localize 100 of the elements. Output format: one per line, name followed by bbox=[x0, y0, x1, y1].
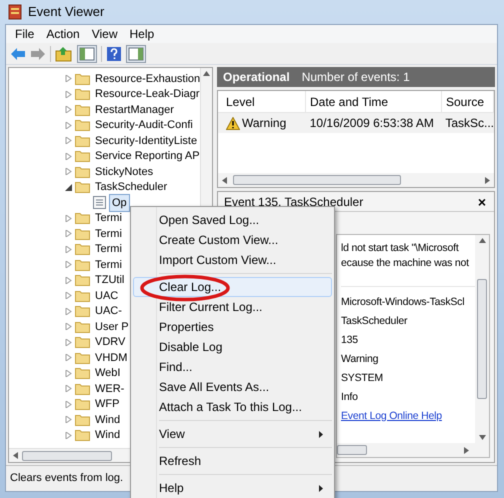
tree-item[interactable]: Termi bbox=[93, 240, 124, 258]
tree-item[interactable]: VHDM bbox=[93, 348, 130, 367]
folder-icon bbox=[75, 150, 90, 162]
expand-icon[interactable] bbox=[65, 416, 72, 424]
tree-item[interactable]: TZUtil bbox=[93, 271, 126, 290]
tree-item[interactable]: StickyNotes bbox=[93, 162, 156, 181]
scroll-down-icon[interactable] bbox=[478, 435, 486, 440]
menu-item[interactable]: Find... bbox=[133, 357, 332, 377]
folder-icon bbox=[75, 104, 90, 116]
expand-icon[interactable] bbox=[65, 214, 72, 222]
event-count: Number of events: 1 bbox=[302, 69, 410, 86]
expand-icon[interactable] bbox=[65, 246, 72, 253]
menu-item[interactable]: Properties bbox=[133, 317, 332, 337]
expand-icon[interactable] bbox=[65, 168, 72, 176]
horizontal-scrollbar[interactable] bbox=[337, 443, 489, 457]
tree-item[interactable]: Security-IdentityListe bbox=[93, 132, 200, 150]
expand-icon[interactable] bbox=[65, 432, 72, 439]
help-icon[interactable] bbox=[106, 46, 122, 62]
status-text: Clears events from log. bbox=[10, 471, 124, 486]
tree-item[interactable]: UAC bbox=[93, 286, 120, 305]
scrollbar-thumb[interactable] bbox=[22, 450, 112, 460]
menu-item[interactable]: View bbox=[133, 424, 332, 444]
tree-item[interactable]: WebI bbox=[93, 364, 122, 382]
scrollbar-thumb[interactable] bbox=[477, 279, 487, 399]
tree-item[interactable]: Resource-Leak-Diagr bbox=[93, 85, 200, 104]
folder-icon bbox=[75, 258, 90, 271]
tree-item[interactable]: Termi bbox=[93, 256, 124, 274]
menu-item[interactable]: Help bbox=[124, 25, 160, 43]
menu-item[interactable]: Filter Current Log... bbox=[133, 297, 332, 317]
help-link[interactable]: Event Log Online Help bbox=[341, 408, 442, 424]
expand-icon[interactable] bbox=[65, 338, 72, 346]
column-header[interactable]: Level bbox=[218, 91, 306, 112]
menu-item[interactable]: Attach a Task To this Log... bbox=[133, 397, 332, 417]
folder-up-icon[interactable] bbox=[55, 46, 73, 62]
tree-item[interactable]: Wind bbox=[93, 426, 122, 444]
scroll-left-icon[interactable] bbox=[13, 452, 18, 459]
menu-item[interactable]: File bbox=[10, 25, 40, 43]
menu-item[interactable]: Open Saved Log... bbox=[133, 210, 332, 230]
tree-item[interactable]: Wind bbox=[93, 410, 122, 429]
tree-item[interactable]: Resource-Exhaustion bbox=[93, 70, 200, 88]
expand-icon[interactable] bbox=[65, 261, 72, 268]
scroll-up-icon[interactable] bbox=[203, 71, 210, 76]
menu-item[interactable]: View bbox=[86, 25, 122, 43]
tree-item[interactable]: Service Reporting AP bbox=[93, 147, 200, 166]
menu-item[interactable]: Refresh bbox=[133, 451, 332, 471]
folder-icon bbox=[75, 212, 90, 224]
tree-item[interactable]: WFP bbox=[93, 395, 122, 414]
expand-icon[interactable] bbox=[65, 308, 72, 315]
expand-icon[interactable] bbox=[65, 122, 72, 129]
scrollbar-thumb[interactable] bbox=[337, 445, 367, 455]
tree-item[interactable]: TaskScheduler bbox=[93, 178, 170, 196]
console-tree-icon[interactable] bbox=[77, 44, 97, 62]
description-text: ld not start task "\Microsoft bbox=[341, 241, 460, 256]
expand-icon[interactable] bbox=[65, 385, 72, 392]
horizontal-scrollbar[interactable] bbox=[218, 173, 494, 187]
menu-item[interactable]: Action bbox=[41, 25, 85, 43]
expand-icon[interactable] bbox=[65, 152, 72, 160]
forward-icon[interactable] bbox=[30, 46, 46, 60]
folder-icon bbox=[75, 274, 90, 286]
collapse-icon[interactable] bbox=[65, 184, 72, 191]
expand-icon[interactable] bbox=[65, 323, 72, 330]
menu-item[interactable]: Import Custom View... bbox=[133, 250, 332, 270]
scrollbar-thumb[interactable] bbox=[233, 175, 401, 185]
tree-item[interactable]: WER- bbox=[93, 380, 126, 398]
column-header[interactable]: Date and Time bbox=[306, 91, 442, 112]
menu-item[interactable]: Disable Log bbox=[133, 337, 332, 357]
folder-icon bbox=[75, 320, 90, 333]
tree-item[interactable]: User P bbox=[93, 318, 131, 336]
menu-item[interactable]: Help bbox=[133, 478, 332, 498]
menu-item[interactable]: Create Custom View... bbox=[133, 230, 332, 250]
scroll-right-icon[interactable] bbox=[485, 176, 490, 184]
tree-item[interactable]: Termi bbox=[93, 224, 124, 243]
expand-icon[interactable] bbox=[65, 90, 72, 98]
column-header[interactable]: Source bbox=[442, 91, 494, 112]
expand-icon[interactable] bbox=[65, 400, 72, 408]
back-icon[interactable] bbox=[10, 46, 26, 60]
folder-icon bbox=[75, 166, 90, 178]
action-pane-icon[interactable] bbox=[126, 44, 146, 62]
expand-icon[interactable] bbox=[65, 137, 72, 144]
folder-icon bbox=[75, 382, 90, 395]
expand-icon[interactable] bbox=[65, 292, 72, 300]
scroll-left-icon[interactable] bbox=[222, 176, 227, 184]
expand-icon[interactable] bbox=[65, 276, 72, 284]
expand-icon[interactable] bbox=[65, 230, 72, 238]
tree-item[interactable]: VDRV bbox=[93, 333, 128, 352]
expand-icon[interactable] bbox=[65, 354, 72, 362]
expand-icon[interactable] bbox=[65, 106, 72, 114]
scroll-up-icon[interactable] bbox=[478, 238, 486, 243]
expand-icon[interactable] bbox=[65, 370, 72, 377]
menu-item[interactable]: Save All Events As... bbox=[133, 377, 332, 397]
scroll-right-icon[interactable] bbox=[464, 446, 469, 454]
folder-icon bbox=[75, 119, 90, 132]
expand-icon[interactable] bbox=[65, 75, 72, 82]
close-button[interactable]: × bbox=[476, 194, 488, 208]
tree-item[interactable]: Termi bbox=[93, 209, 124, 228]
vertical-scrollbar[interactable] bbox=[475, 235, 489, 443]
tree-item[interactable]: UAC- bbox=[93, 302, 124, 320]
tree-item[interactable]: RestartManager bbox=[93, 100, 176, 119]
tree-item[interactable]: Security-Audit-Confi bbox=[93, 116, 195, 134]
tree-item[interactable]: Op bbox=[109, 194, 130, 212]
